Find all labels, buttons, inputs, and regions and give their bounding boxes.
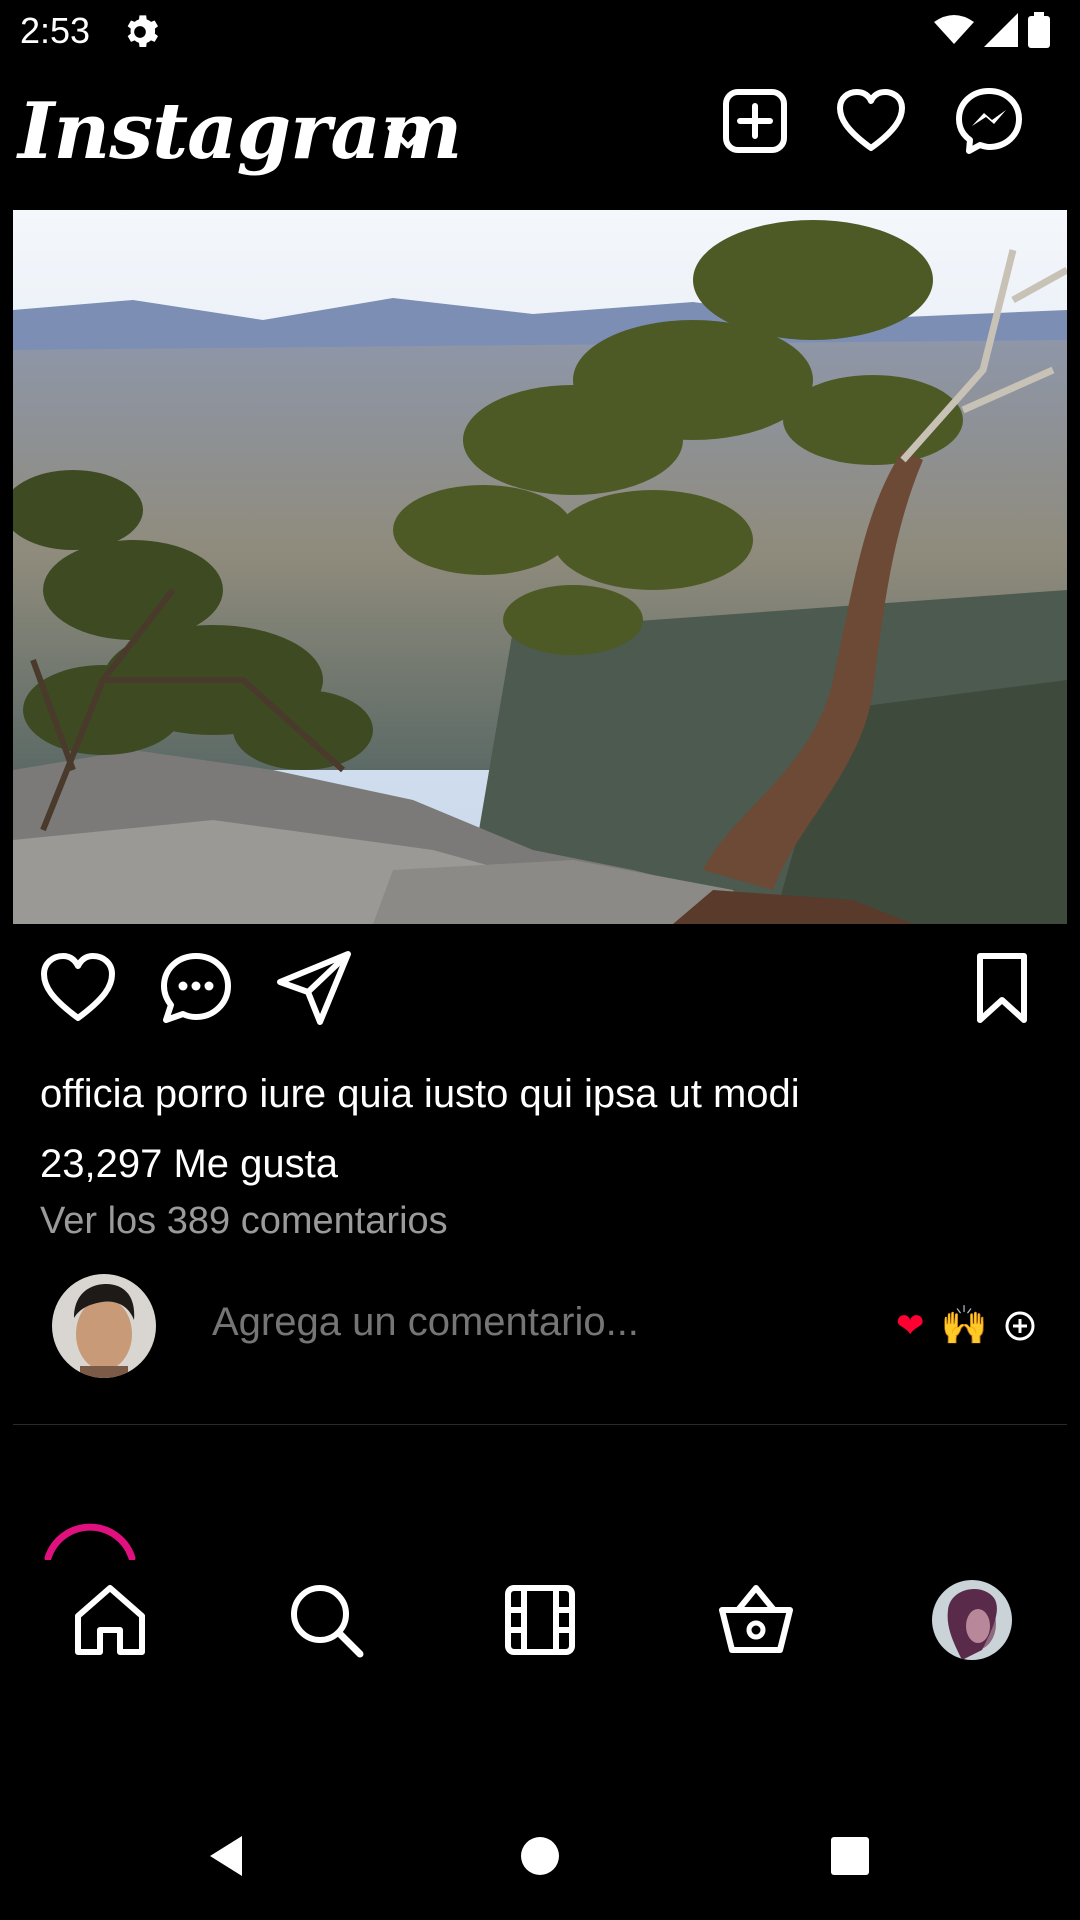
chevron-down-icon[interactable] (384, 120, 432, 156)
cell-signal-icon (984, 13, 1018, 47)
post-image[interactable] (13, 210, 1067, 924)
add-post-icon[interactable] (720, 86, 790, 156)
comment-input[interactable] (212, 1300, 852, 1345)
top-app-bar: Instagram (0, 64, 1080, 210)
post-actions (0, 950, 1080, 1030)
post-caption: officia porro iure quia iusto qui ipsa u… (40, 1072, 800, 1116)
view-comments-link[interactable]: Ver los 389 comentarios (40, 1200, 448, 1243)
avatar[interactable] (52, 1274, 156, 1378)
messenger-icon[interactable] (954, 86, 1024, 156)
bookmark-icon[interactable] (964, 950, 1040, 1026)
settings-gear-icon (127, 15, 158, 48)
home-circle-icon[interactable] (520, 1836, 560, 1876)
reels-icon[interactable] (500, 1580, 580, 1660)
raised-hands-reaction[interactable]: 🙌 (941, 1304, 988, 1348)
status-time: 2:53 (20, 10, 91, 51)
back-icon[interactable] (206, 1834, 246, 1878)
bottom-navigation (0, 1580, 1080, 1680)
add-reaction-icon[interactable] (1004, 1310, 1036, 1342)
recents-icon[interactable] (830, 1836, 870, 1876)
status-icons (934, 12, 1050, 48)
battery-icon (1028, 12, 1050, 48)
heart-icon[interactable] (836, 86, 906, 156)
likes-count[interactable]: 23,297 Me gusta (40, 1142, 338, 1187)
like-icon[interactable] (40, 950, 116, 1026)
shop-icon[interactable] (716, 1580, 796, 1660)
home-icon[interactable] (70, 1580, 150, 1660)
share-icon[interactable] (276, 950, 352, 1026)
profile-photo (932, 1580, 1012, 1660)
system-navigation-bar (0, 1800, 1080, 1920)
comment-icon[interactable] (158, 950, 234, 1026)
heart-reaction[interactable]: ❤ (896, 1306, 925, 1346)
user-avatar-photo (52, 1274, 156, 1378)
quick-reactions: ❤ 🙌 (896, 1304, 1036, 1348)
wifi-icon (934, 15, 974, 44)
landscape-photo (13, 210, 1067, 924)
search-icon[interactable] (286, 1580, 366, 1660)
profile-avatar[interactable] (932, 1580, 1012, 1660)
loading-spinner (40, 1510, 140, 1560)
status-bar: 2:53 (0, 0, 1080, 64)
divider (13, 1424, 1067, 1425)
